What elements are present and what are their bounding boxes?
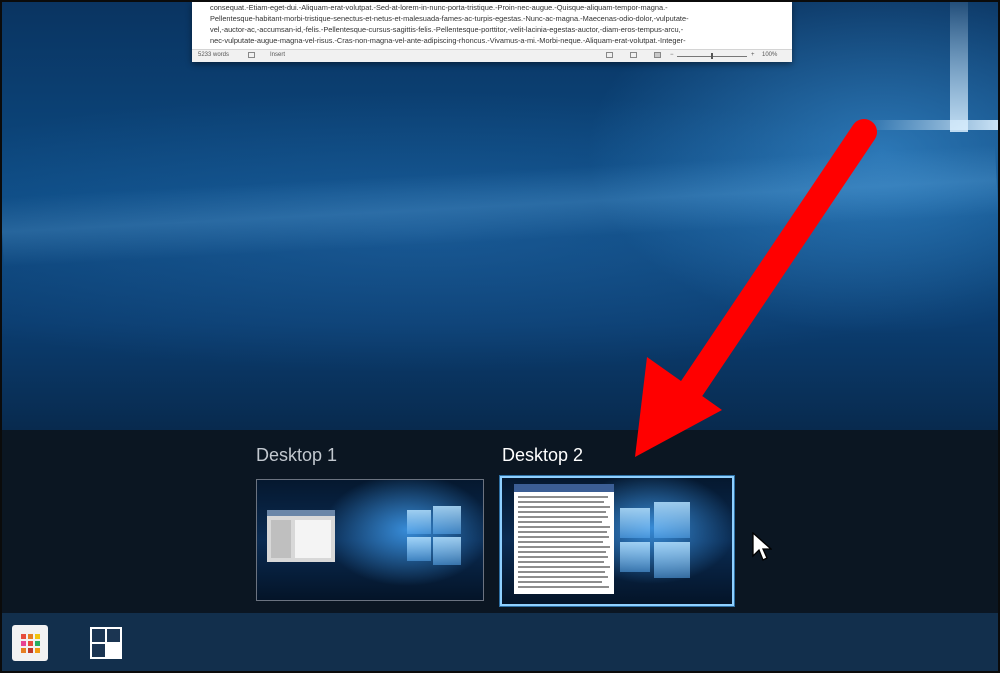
wallpaper-window-glow [950, 2, 968, 132]
windows-logo-pane [407, 537, 431, 561]
windows-logo-pane [433, 537, 461, 565]
desktop-wallpaper [2, 2, 998, 430]
zoom-slider-handle[interactable] [711, 53, 713, 59]
task-view-icon[interactable] [88, 625, 124, 661]
screen: consequat.-Etiam-eget-dui.-Aliquam-erat-… [0, 0, 1000, 673]
wallpaper-window-glow-horizontal [862, 120, 998, 130]
desktop-1-thumbnail[interactable] [256, 479, 484, 601]
document-body[interactable]: consequat.-Etiam-eget-dui.-Aliquam-erat-… [210, 2, 775, 46]
proofing-icon[interactable] [248, 52, 255, 58]
mouse-pointer-icon [752, 532, 772, 561]
web-layout-icon[interactable] [654, 52, 661, 58]
word-document-window[interactable]: consequat.-Etiam-eget-dui.-Aliquam-erat-… [192, 2, 792, 62]
windows-logo-pane [620, 542, 650, 572]
desktop-2-label[interactable]: Desktop 2 [502, 445, 583, 466]
windows-logo-pane [433, 506, 461, 534]
mini-window-preview [267, 510, 335, 562]
zoom-out-icon[interactable]: − [670, 52, 674, 58]
windows-logo-pane [407, 510, 431, 534]
windows-logo-pane [654, 502, 690, 538]
document-line: vel,-auctor-ac,-accumsan-id,-felis.-Pell… [210, 25, 684, 34]
print-layout-icon[interactable] [630, 52, 637, 58]
document-line: nec-vulputate-augue-magna-vel-risus.-Cra… [210, 36, 686, 45]
windows-logo-pane [654, 542, 690, 578]
document-line: consequat.-Etiam-eget-dui.-Aliquam-erat-… [210, 3, 668, 12]
wallpaper-light-beam [2, 144, 998, 267]
zoom-in-icon[interactable]: + [751, 52, 755, 58]
desktop-1-label[interactable]: Desktop 1 [256, 445, 337, 466]
mini-document-preview [514, 484, 614, 594]
document-status-bar: 5233 words Insert − + 100% [192, 49, 792, 62]
desktop-2-thumbnail[interactable] [500, 476, 734, 606]
word-count[interactable]: 5233 words [198, 52, 229, 58]
zoom-level[interactable]: 100% [762, 52, 777, 58]
insert-mode[interactable]: Insert [270, 52, 285, 58]
apps-grid-icon[interactable] [12, 625, 48, 661]
document-line: Pellentesque-habitant-morbi-tristique-se… [210, 14, 689, 23]
taskbar [2, 613, 998, 671]
read-mode-icon[interactable] [606, 52, 613, 58]
windows-logo-pane [620, 508, 650, 538]
